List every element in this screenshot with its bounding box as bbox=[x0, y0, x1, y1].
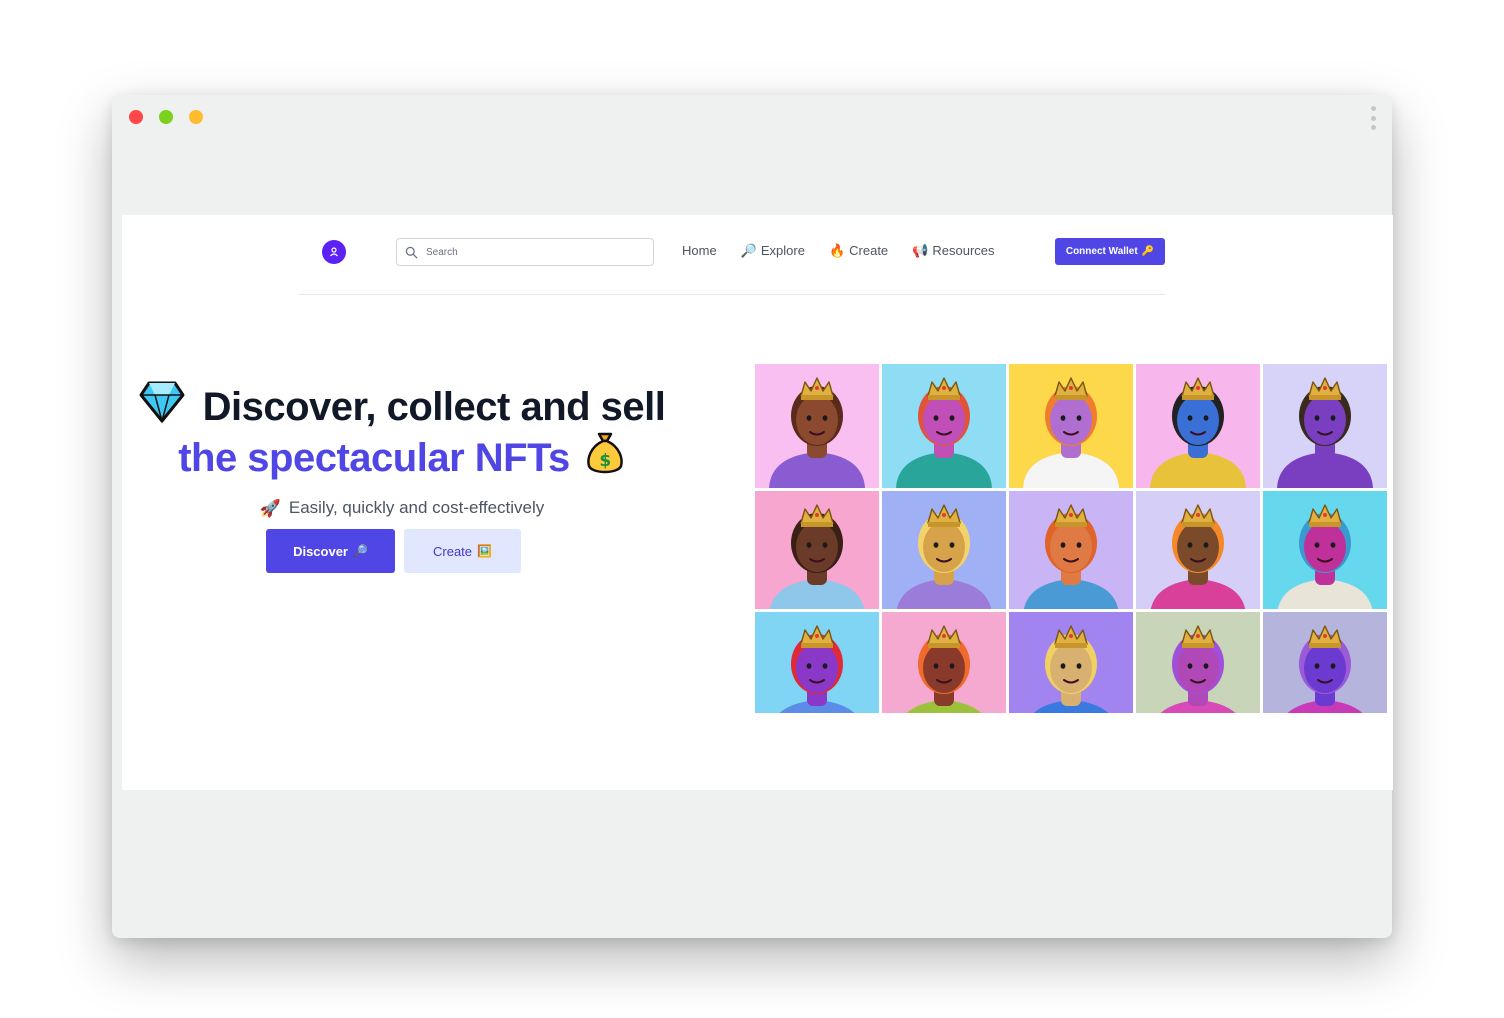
hero-subtitle-text: Easily, quickly and cost-effectively bbox=[288, 498, 545, 517]
more-options-icon[interactable] bbox=[1368, 106, 1378, 130]
close-window-button[interactable] bbox=[129, 110, 143, 124]
avatar-illustration bbox=[779, 625, 855, 713]
hero-actions: Discover 🔎 Create 🖼️ bbox=[266, 529, 521, 573]
search-box[interactable] bbox=[396, 238, 654, 266]
avatar-illustration bbox=[906, 625, 982, 713]
magnifier-icon: 🔎 bbox=[740, 243, 757, 258]
header-divider bbox=[298, 294, 1166, 295]
nav-explore-label: Explore bbox=[760, 243, 805, 258]
nft-avatar-tile[interactable] bbox=[1009, 612, 1133, 713]
page-viewport: Home 🔎Explore 🔥Create 📢Resources Connect… bbox=[122, 215, 1393, 790]
nav-resources-label: Resources bbox=[932, 243, 995, 258]
create-label: Create bbox=[433, 543, 473, 559]
nft-avatar-tile[interactable] bbox=[882, 612, 1006, 713]
nft-avatar-tile[interactable] bbox=[882, 491, 1006, 609]
svg-text:$: $ bbox=[599, 451, 610, 471]
avatar-illustration bbox=[1033, 625, 1109, 713]
avatar-illustration bbox=[1023, 504, 1119, 609]
nft-avatar-tile[interactable] bbox=[1009, 491, 1133, 609]
nft-avatar-tile[interactable] bbox=[1009, 364, 1133, 488]
avatar-illustration bbox=[1150, 504, 1246, 609]
picture-icon: 🖼️ bbox=[477, 544, 492, 558]
avatar-illustration bbox=[1023, 377, 1119, 488]
avatar-illustration bbox=[1277, 504, 1373, 609]
minimize-window-button[interactable] bbox=[189, 110, 203, 124]
maximize-window-button[interactable] bbox=[159, 110, 173, 124]
search-input[interactable] bbox=[426, 246, 626, 258]
discover-button[interactable]: Discover 🔎 bbox=[266, 529, 395, 573]
money-bag-icon: $ bbox=[587, 432, 623, 474]
nft-avatar-tile[interactable] bbox=[1136, 612, 1260, 713]
avatar-illustration bbox=[1160, 625, 1236, 713]
hero-title-text1: Discover, collect and sell bbox=[202, 385, 666, 429]
hero-subtitle: 🚀 Easily, quickly and cost-effectively bbox=[122, 498, 682, 518]
avatar-illustration bbox=[769, 377, 865, 488]
nav-home-label: Home bbox=[682, 243, 717, 258]
key-icon: 🔑 bbox=[1141, 245, 1155, 257]
hero-title-text2: the spectacular NFTs bbox=[178, 436, 570, 480]
avatar-illustration bbox=[1150, 377, 1246, 488]
nft-avatar-tile[interactable] bbox=[755, 364, 879, 488]
hero-title-line1: Discover, collect and sell bbox=[122, 380, 682, 429]
nav-home[interactable]: Home bbox=[682, 243, 717, 258]
avatar-illustration bbox=[1277, 377, 1373, 488]
connect-wallet-button[interactable]: Connect Wallet 🔑 bbox=[1055, 238, 1165, 265]
nft-gallery bbox=[755, 364, 1387, 715]
discover-magnifier-icon: 🔎 bbox=[352, 544, 368, 558]
rocket-icon: 🚀 bbox=[259, 498, 281, 518]
nft-avatar-tile[interactable] bbox=[755, 491, 879, 609]
nft-avatar-tile[interactable] bbox=[1263, 612, 1387, 713]
search-icon bbox=[405, 246, 418, 258]
avatar-illustration bbox=[769, 504, 865, 609]
nft-avatar-tile[interactable] bbox=[1136, 364, 1260, 488]
nav-explore[interactable]: 🔎 Explore bbox=[741, 243, 805, 258]
megaphone-icon: 📢 bbox=[912, 243, 929, 258]
site-logo[interactable] bbox=[322, 240, 346, 264]
nav-create[interactable]: 🔥 Create bbox=[829, 243, 888, 258]
connect-wallet-label: Connect Wallet bbox=[1065, 246, 1138, 257]
nft-avatar-tile[interactable] bbox=[1263, 364, 1387, 488]
nft-avatar-tile[interactable] bbox=[755, 612, 879, 713]
nav-resources[interactable]: 📢 Resources bbox=[912, 243, 994, 258]
hero-section: Discover, collect and sell the spectacul… bbox=[122, 380, 682, 518]
discover-label: Discover bbox=[293, 543, 348, 559]
avatar-illustration bbox=[896, 504, 992, 609]
fire-icon: 🔥 bbox=[828, 243, 846, 258]
gem-icon bbox=[139, 381, 185, 424]
create-button[interactable]: Create 🖼️ bbox=[404, 529, 521, 573]
nft-avatar-tile[interactable] bbox=[882, 364, 1006, 488]
avatar-illustration bbox=[896, 377, 992, 488]
nav-create-label: Create bbox=[849, 243, 889, 258]
hero-title-line2: the spectacular NFTs $ bbox=[122, 429, 682, 480]
browser-window: Home 🔎Explore 🔥Create 📢Resources Connect… bbox=[112, 95, 1393, 938]
nft-avatar-tile[interactable] bbox=[1136, 491, 1260, 609]
main-nav: Home 🔎 Explore 🔥 Create 📢 Resources bbox=[682, 243, 995, 258]
nft-avatar-tile[interactable] bbox=[1263, 491, 1387, 609]
avatar-illustration bbox=[1287, 625, 1363, 713]
logo-icon bbox=[330, 247, 338, 257]
